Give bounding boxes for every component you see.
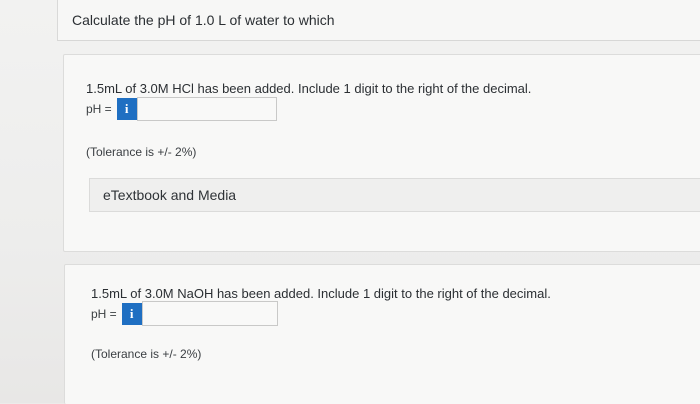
etextbook-media-button[interactable]: eTextbook and Media [89,178,700,212]
part-b-answer-row: pH = i [91,301,278,326]
part-b-info-icon[interactable]: i [121,302,142,325]
part-b-prompt: 1.5mL of 3.0M NaOH has been added. Inclu… [91,286,551,301]
part-a-ph-input[interactable] [136,97,277,121]
question-card: Calculate the pH of 1.0 L of water to wh… [57,0,700,41]
part-a-card: 1.5mL of 3.0M HCl has been added. Includ… [63,54,700,252]
question-text: Calculate the pH of 1.0 L of water to wh… [72,12,335,28]
part-a-ph-label: pH = [86,102,112,116]
page-background: Calculate the pH of 1.0 L of water to wh… [0,0,700,404]
part-a-info-icon[interactable]: i [116,98,137,120]
part-a-prompt: 1.5mL of 3.0M HCl has been added. Includ… [86,81,532,96]
part-b-card: 1.5mL of 3.0M NaOH has been added. Inclu… [64,264,700,404]
part-b-ph-label: pH = [91,306,117,321]
part-a-answer-row: pH = i [86,97,277,121]
part-b-tolerance: (Tolerance is +/- 2%) [91,347,202,361]
part-b-ph-input[interactable] [141,301,278,326]
etextbook-media-label: eTextbook and Media [103,187,237,203]
part-a-tolerance: (Tolerance is +/- 2%) [86,145,197,159]
